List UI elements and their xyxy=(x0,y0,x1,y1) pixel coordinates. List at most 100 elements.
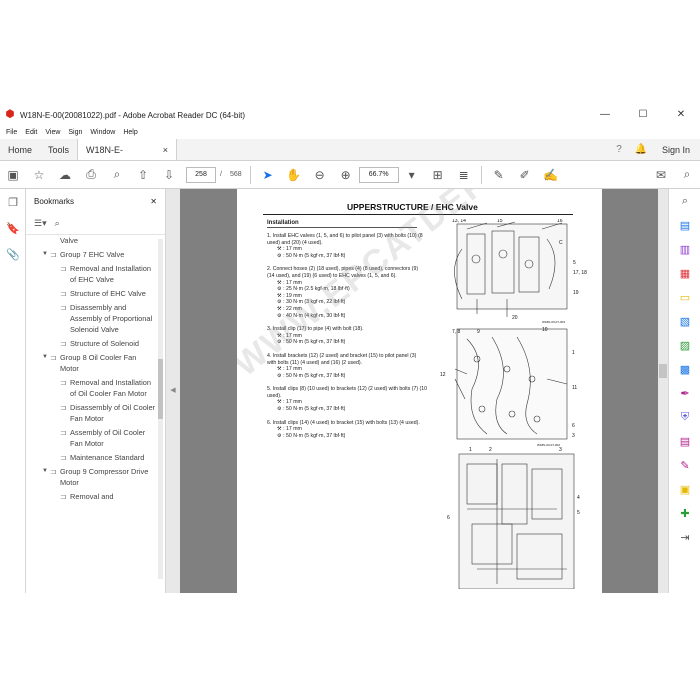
title-bar: ⬢ W18N-E-00(20081022).pdf - Adobe Acroba… xyxy=(0,104,700,126)
bookmarks-scrollbar[interactable] xyxy=(158,239,163,579)
installation-steps: 1. Install EHC valves (1, 5, and 6) to p… xyxy=(267,233,427,446)
combine-files-icon[interactable]: ▥ xyxy=(669,237,700,261)
bookmark-item[interactable]: ⊐ Disassembly and Assembly of Proportiona… xyxy=(26,302,156,335)
attachments-icon[interactable]: 📎 xyxy=(0,241,26,267)
page-separator: / xyxy=(220,171,222,178)
chevron-down-icon[interactable]: ▼ xyxy=(40,466,50,477)
bookmarks-close-icon[interactable]: ✕ xyxy=(150,197,157,206)
hand-tool-icon[interactable]: ✋ xyxy=(281,163,307,187)
page-thumbnails-icon[interactable]: ❐ xyxy=(0,189,26,215)
bookmark-label: Removal and Installation of Oil Cooler F… xyxy=(70,378,151,398)
page-number-input[interactable]: 258 xyxy=(186,166,216,183)
bookmarks-icon[interactable]: 🔖 xyxy=(0,215,26,241)
sign-icon[interactable]: ✍ xyxy=(538,163,564,187)
installation-step: 5. Install clips (8) (10 used) to bracke… xyxy=(267,386,427,412)
bookmark-flag-icon: ⊐ xyxy=(60,403,67,412)
figure-callout-label: 17, 18 xyxy=(573,270,587,276)
export-pdf-icon[interactable]: ▦ xyxy=(669,261,700,285)
next-page-icon[interactable]: ⇩ xyxy=(156,163,182,187)
torque-spec: ⚙ : 50 N·m (5 kgf·m, 37 lbf·ft) xyxy=(267,406,427,413)
bookmark-flag-icon: ⊐ xyxy=(50,250,57,259)
upload-cloud-icon[interactable]: ☁ xyxy=(52,163,78,187)
step-text: 4. Install brackets (12) (2 used) and br… xyxy=(267,352,417,366)
email-icon[interactable]: ✉ xyxy=(648,163,674,187)
print-icon[interactable]: ⎙ xyxy=(78,163,104,187)
figure-callout-label: 20 xyxy=(512,315,518,321)
bookmark-item[interactable]: ⊐ Disassembly of Oil Cooler Fan Motor xyxy=(26,402,156,424)
comment-icon[interactable]: ✎ xyxy=(486,163,512,187)
torque-spec: ⚒ : 17 mm xyxy=(267,280,427,287)
bookmark-item[interactable]: ⊐ Removal and Installation of Oil Cooler … xyxy=(26,377,156,399)
torque-spec: ⚙ : 50 N·m (5 kgf·m, 37 lbf·ft) xyxy=(267,373,427,380)
protect-icon[interactable]: ⛨ xyxy=(669,405,700,429)
fill-sign-icon[interactable]: ✒ xyxy=(669,381,700,405)
find-icon[interactable]: ⌕ xyxy=(674,163,700,187)
menu-sign[interactable]: Sign xyxy=(68,129,82,136)
bookmark-star-icon[interactable]: ☆ xyxy=(26,163,52,187)
find-bookmark-icon[interactable]: ⌕ xyxy=(55,218,60,229)
menu-edit[interactable]: Edit xyxy=(25,129,37,136)
zoom-level-field[interactable]: 66.7% xyxy=(358,166,399,183)
tab-close-icon[interactable]: × xyxy=(163,139,168,160)
menu-window[interactable]: Window xyxy=(90,129,115,136)
bookmark-label: Maintenance Standard xyxy=(70,453,145,462)
right-tools-rail: ⌕ ▤ ▥ ▦ ▭ ▧ ▨ ▩ ✒ ⛨ ▤ ✎ ▣ ✚ ⇥ xyxy=(668,189,700,593)
figure-callout-label: 4 xyxy=(577,495,580,501)
bookmark-item[interactable]: ⊐ Removal and Installation of EHC Valve xyxy=(26,263,156,285)
bookmark-options-icon[interactable]: ☰▾ xyxy=(34,218,47,229)
section-heading: Installation xyxy=(267,220,299,226)
bookmark-item[interactable]: ⊐ Removal and xyxy=(26,491,156,502)
chevron-down-icon[interactable]: ▼ xyxy=(40,249,50,260)
spec-value: : 40 N·m (4 kgf·m, 30 lbf·ft) xyxy=(283,312,346,319)
tab-home[interactable]: Home xyxy=(0,139,40,160)
menu-help[interactable]: Help xyxy=(123,129,137,136)
bookmark-item[interactable]: ⊐ Maintenance Standard xyxy=(26,452,156,463)
bookmark-item[interactable]: ⊐ Structure of Solenoid xyxy=(26,338,156,349)
organize-pages-icon[interactable]: ▧ xyxy=(669,309,700,333)
menu-view[interactable]: View xyxy=(45,129,60,136)
bookmark-item[interactable]: ⊐ Structure of EHC Valve xyxy=(26,288,156,299)
document-view[interactable]: UPPERSTRUCTURE / EHC Valve Installation … xyxy=(180,189,658,593)
edit-pdf-icon[interactable]: ▨ xyxy=(669,333,700,357)
notification-bell-icon[interactable]: 🔔 xyxy=(630,144,652,155)
maximize-icon[interactable]: ☐ xyxy=(624,104,662,126)
document-scrollbar[interactable] xyxy=(658,189,668,593)
minimize-icon[interactable]: — xyxy=(586,104,624,126)
zoom-out-icon[interactable]: ⊖ xyxy=(307,163,333,187)
spec-value: : 22 mm xyxy=(283,305,302,312)
tab-tools[interactable]: Tools xyxy=(40,139,77,160)
highlight-icon[interactable]: ✐ xyxy=(512,163,538,187)
request-signature-icon[interactable]: ✎ xyxy=(669,453,700,477)
figure-pilot-panel xyxy=(458,453,575,589)
bookmark-item[interactable]: Valve xyxy=(26,235,156,246)
help-icon[interactable]: ? xyxy=(608,144,630,155)
comment-tool-icon[interactable]: ▭ xyxy=(669,285,700,309)
zoom-dropdown-icon[interactable]: ▾ xyxy=(399,163,425,187)
bookmark-item[interactable]: ⊐ Assembly of Oil Cooler Fan Motor xyxy=(26,427,156,449)
page-fit-icon[interactable]: ⊞ xyxy=(425,163,451,187)
close-icon[interactable]: ✕ xyxy=(662,104,700,126)
tab-bar: Home Tools W18N-E-00(200810... × ? 🔔 Sig… xyxy=(0,139,700,177)
more-tools-icon[interactable]: ✚ xyxy=(669,501,700,525)
sign-in-button[interactable]: Sign In xyxy=(652,139,700,161)
search-tool-icon[interactable]: ⌕ xyxy=(669,189,700,213)
menu-file[interactable]: File xyxy=(6,129,17,136)
bookmark-item[interactable]: ▼ ⊐ Group 9 Compressor Drive Motor xyxy=(26,466,156,488)
create-pdf-icon[interactable]: ▤ xyxy=(669,213,700,237)
bookmark-item[interactable]: ▼ ⊐ Group 7 EHC Valve xyxy=(26,249,156,260)
share-icon[interactable]: ▣ xyxy=(669,477,700,501)
scroll-mode-icon[interactable]: ≣ xyxy=(451,163,477,187)
previous-page-icon[interactable]: ⇧ xyxy=(130,163,156,187)
collapse-left-panel-icon[interactable]: ◀ xyxy=(166,189,180,593)
send-for-signature-icon[interactable]: ▤ xyxy=(669,429,700,453)
chevron-down-icon[interactable]: ▼ xyxy=(40,352,50,363)
zoom-in-icon[interactable]: ⊕ xyxy=(333,163,359,187)
select-cursor-icon[interactable]: ➤ xyxy=(255,163,281,187)
scan-ocr-icon[interactable]: ▩ xyxy=(669,357,700,381)
tab-document[interactable]: W18N-E-00(200810... × xyxy=(77,139,178,177)
bookmark-item[interactable]: ▼ ⊐ Group 8 Oil Cooler Fan Motor xyxy=(26,352,156,374)
zoom-search-icon[interactable]: ⌕ xyxy=(104,163,130,187)
expand-panel-icon[interactable]: ⇥ xyxy=(669,525,700,549)
bookmark-flag-icon: ⊐ xyxy=(60,492,67,501)
save-icon[interactable]: ▣ xyxy=(0,163,26,187)
